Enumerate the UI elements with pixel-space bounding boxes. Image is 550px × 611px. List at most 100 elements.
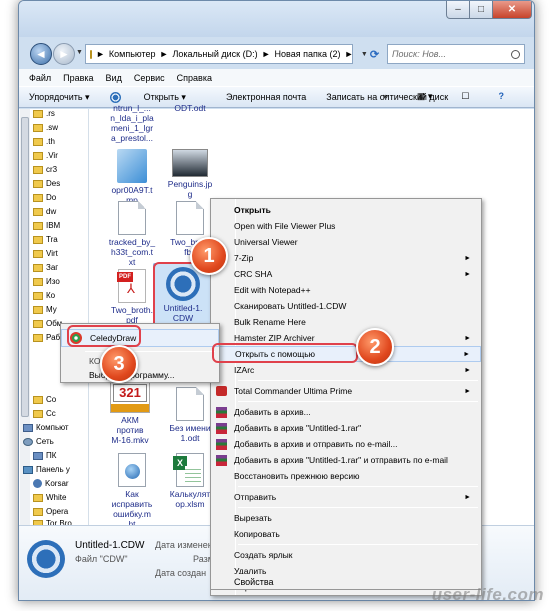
menu-view[interactable]: Вид	[106, 73, 122, 83]
menu-item-copy[interactable]: Копировать	[211, 526, 481, 542]
nav-label: Му	[46, 305, 57, 314]
nav-item[interactable]: Tra	[33, 235, 58, 244]
menu-file[interactable]: Файл	[29, 73, 51, 83]
file-item[interactable]: ODT.odt	[161, 103, 219, 113]
nav-item[interactable]: IBM	[33, 221, 60, 230]
menu-item-bulk-rename[interactable]: Bulk Rename Here	[211, 314, 481, 330]
preview-pane-icon[interactable]: ☐	[461, 91, 469, 102]
nav-scroll-thumb[interactable]	[21, 117, 29, 417]
nav-item[interactable]: dw	[33, 207, 56, 216]
breadcrumb-computer[interactable]: Компьютер	[109, 49, 156, 59]
nav-item[interactable]: Do	[33, 193, 56, 202]
search-input[interactable]: Поиск: Нов...	[387, 44, 525, 64]
file-item[interactable]: ntrun_l_... n_lda_i_pla meni_1_lgr a_pre…	[103, 103, 161, 143]
menu-item-universal-viewer[interactable]: Universal Viewer	[211, 234, 481, 250]
menu-item-crc-sha[interactable]: CRC SHA ►	[211, 266, 481, 282]
excel-file-icon: X	[173, 453, 204, 487]
nav-item[interactable]: Обм	[33, 319, 62, 328]
nav-item[interactable]: Изо	[33, 277, 60, 286]
nav-item[interactable]: Раб	[33, 333, 60, 342]
menu-item-add-email[interactable]: Добавить в архив и отправить по e-mail..…	[211, 436, 481, 452]
file-item[interactable]: Penguins.jp g	[161, 149, 219, 199]
maximize-button[interactable]: □	[469, 1, 493, 19]
nav-item[interactable]: Со	[33, 395, 56, 404]
folder-icon	[33, 305, 43, 314]
folder-icon	[33, 263, 43, 272]
menu-item-7zip[interactable]: 7-Zip ►	[211, 250, 481, 266]
nav-item[interactable]: Ко	[33, 291, 55, 300]
file-item[interactable]: Как исправить ошибку.m ht	[103, 453, 161, 529]
refresh-button[interactable]: ▼ ⟳	[356, 44, 384, 64]
breadcrumb-disk[interactable]: Локальный диск (D:)	[172, 49, 257, 59]
nav-item[interactable]: ПК	[33, 451, 56, 460]
submenu-arrow-icon: ►	[464, 254, 471, 262]
nav-item[interactable]: Korsar	[33, 479, 69, 488]
address-bar[interactable]: ► Компьютер ► Локальный диск (D:) ► Нова…	[85, 44, 353, 64]
nav-item[interactable]: Virt	[33, 249, 58, 258]
file-item[interactable]: tracked_by_ h33t_com.t xt	[103, 201, 161, 267]
menu-item-send-to[interactable]: Отправить ►	[211, 489, 481, 505]
back-button[interactable]: ◄	[30, 43, 52, 65]
nav-item[interactable]: White	[33, 493, 66, 502]
text-file-icon	[118, 201, 146, 235]
menu-help[interactable]: Справка	[177, 73, 212, 83]
nav-item[interactable]: Opera	[33, 507, 68, 516]
nav-scrollbar[interactable]	[20, 109, 30, 525]
menu-item-open[interactable]: Открыть	[211, 202, 481, 218]
email-button[interactable]: Электронная почта	[226, 92, 306, 102]
file-item[interactable]: 321 АКМ против М-16.mkv	[101, 375, 159, 445]
file-item[interactable]: opr00A9T.t mp	[103, 149, 161, 205]
nav-item[interactable]: Заг	[33, 263, 58, 272]
help-icon[interactable]: ?	[499, 91, 505, 102]
nav-item[interactable]: cr3	[33, 165, 57, 174]
menu-tools[interactable]: Сервис	[134, 73, 165, 83]
open-button[interactable]: Открыть ▾	[109, 91, 206, 103]
app-icon	[33, 479, 42, 488]
breadcrumb-folder[interactable]: Новая папка (2)	[275, 49, 341, 59]
forward-button[interactable]: ►	[53, 43, 75, 65]
nav-item[interactable]: .rs	[33, 109, 55, 118]
breadcrumb-sep: ►	[96, 49, 105, 59]
nav-item-computer[interactable]: Компьют	[23, 423, 69, 432]
history-dropdown-icon[interactable]: ▼	[76, 49, 83, 56]
menu-item-cut[interactable]: Вырезать	[211, 510, 481, 526]
highlight-frame	[212, 343, 358, 363]
submenu-item-choose-program[interactable]: Выбрать программу...	[61, 366, 219, 384]
menu-item-total-commander[interactable]: Total Commander Ultima Prime ►	[211, 383, 481, 399]
view-options-icon[interactable]: ▦ ▾	[417, 91, 433, 102]
nav-item-control-panel[interactable]: Панель у	[23, 465, 70, 474]
menu-item-izarc[interactable]: IZArc ►	[211, 362, 481, 378]
nav-item[interactable]: Сс	[33, 409, 56, 418]
nav-label: Компьют	[36, 423, 69, 432]
menu-item-label: Сканировать Untitled-1.CDW	[234, 301, 347, 311]
nav-label: Opera	[46, 507, 69, 516]
menu-item-label: Universal Viewer	[234, 237, 298, 247]
menu-edit[interactable]: Правка	[63, 73, 93, 83]
nav-label: cr3	[46, 165, 58, 174]
nav-item[interactable]: .Vir	[33, 151, 58, 160]
menu-item-label: Восстановить прежнюю версию	[234, 471, 360, 481]
menu-item-file-viewer[interactable]: Open with File Viewer Plus	[211, 218, 481, 234]
nav-item[interactable]: Des	[33, 179, 60, 188]
breadcrumb-sep: ►	[159, 49, 169, 59]
close-button[interactable]: ✕	[492, 1, 532, 19]
more-button[interactable]: »	[383, 91, 388, 102]
step-badge-2: 2	[356, 328, 394, 366]
nav-item-network[interactable]: Сеть	[23, 437, 54, 446]
open-button-label: Открыть ▾	[143, 91, 186, 102]
nav-item[interactable]: .sw	[33, 123, 58, 132]
menu-item-add-rar-email[interactable]: Добавить в архив "Untitled-1.rar" и отпр…	[211, 452, 481, 468]
menu-item-create-shortcut[interactable]: Создать ярлык	[211, 547, 481, 563]
nav-item[interactable]: .th	[33, 137, 55, 146]
menu-item-notepad[interactable]: Edit with Notepad++	[211, 282, 481, 298]
pdf-file-icon: PDF ⅄	[117, 269, 146, 303]
menu-item-add-rar[interactable]: Добавить в архив "Untitled-1.rar"	[211, 420, 481, 436]
nav-item[interactable]: Му	[33, 305, 57, 314]
menu-item-scan[interactable]: Сканировать Untitled-1.CDW	[211, 298, 481, 314]
menu-item-add-archive[interactable]: Добавить в архив...	[211, 404, 481, 420]
folder-icon	[33, 151, 43, 160]
menu-item-restore-version[interactable]: Восстановить прежнюю версию	[211, 468, 481, 484]
organize-button[interactable]: Упорядочить ▾	[29, 92, 90, 103]
minimize-button[interactable]: –	[446, 1, 470, 19]
winrar-icon	[216, 422, 227, 434]
